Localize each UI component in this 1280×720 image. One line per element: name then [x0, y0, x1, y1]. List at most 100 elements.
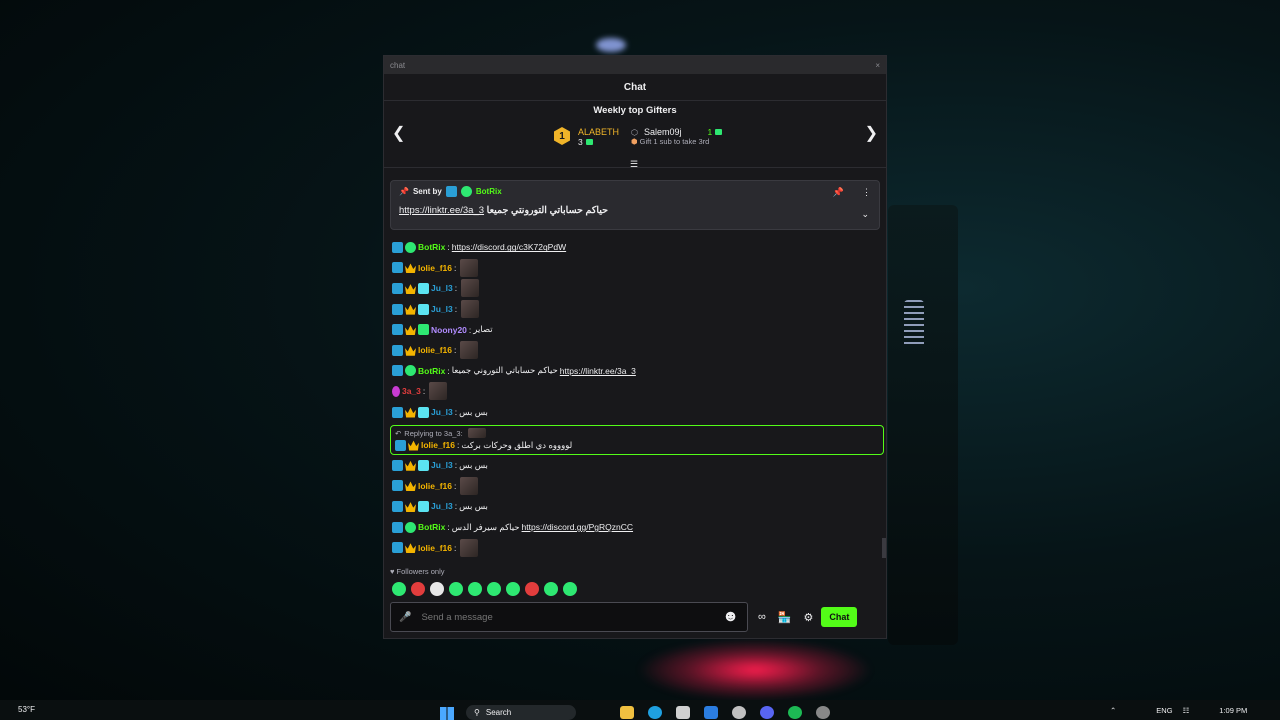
- lang-indicator[interactable]: ENG: [1156, 706, 1172, 715]
- chevron-up-icon[interactable]: ⌃: [1110, 706, 1116, 715]
- store-icon[interactable]: 🏪: [778, 611, 792, 624]
- chat-message: lolie_f16: لووووه دي اطلق وحركات بركت: [395, 438, 879, 452]
- file-explorer-icon[interactable]: [620, 706, 634, 719]
- emote-7[interactable]: [506, 582, 520, 596]
- emote-1[interactable]: [392, 582, 406, 596]
- gifter-name-2[interactable]: Salem09j: [644, 127, 682, 137]
- chat-message: lolie_f16:: [392, 258, 882, 279]
- chat-link[interactable]: https://discord.gg/PgRQznCC: [522, 522, 634, 532]
- gifters-title: Weekly top Gifters: [593, 105, 677, 116]
- chat-username[interactable]: Noony20: [431, 325, 467, 335]
- weather-widget[interactable]: 53°F: [18, 705, 35, 714]
- close-icon[interactable]: ×: [875, 61, 880, 70]
- chat-separator: :: [454, 542, 457, 553]
- emote-6[interactable]: [487, 582, 501, 596]
- emote-4[interactable]: [449, 582, 463, 596]
- chat-link[interactable]: https://linktr.ee/3a_3: [560, 366, 636, 376]
- store-app-icon[interactable]: [676, 706, 690, 719]
- moderator-icon: [392, 521, 403, 533]
- chat-username[interactable]: Ju_l3: [431, 460, 453, 470]
- window-titlebar[interactable]: chat ×: [384, 56, 886, 74]
- emote-10[interactable]: [563, 582, 577, 596]
- top-gifters-panel: Weekly top Gifters ❮ ❯ 1 ALABETH 3 ⬡ Sal…: [384, 101, 886, 170]
- wifi-icon[interactable]: ☷: [1183, 706, 1190, 715]
- chat-username[interactable]: Ju_l3: [431, 407, 453, 417]
- chat-username[interactable]: BotRix: [418, 366, 445, 376]
- spotify-icon[interactable]: [788, 706, 802, 719]
- windows-start-icon[interactable]: [440, 707, 454, 720]
- taskbar-search[interactable]: ⚲ Search: [466, 705, 576, 720]
- emote-image: [460, 341, 479, 360]
- emote-9[interactable]: [544, 582, 558, 596]
- time[interactable]: 1:09 PM: [1219, 706, 1247, 715]
- moderator-icon: [392, 365, 403, 377]
- chat-username[interactable]: Ju_l3: [431, 304, 453, 314]
- emote-image: [460, 476, 479, 495]
- chat-link[interactable]: https://discord.gg/c3K72qPdW: [452, 242, 566, 252]
- chat-separator: :: [447, 365, 450, 376]
- chat-username[interactable]: Ju_l3: [431, 283, 453, 293]
- send-chat-button[interactable]: Chat: [821, 607, 858, 627]
- gear-icon[interactable]: ⚙: [804, 611, 814, 624]
- chat-username[interactable]: lolie_f16: [418, 543, 452, 553]
- chat-username[interactable]: lolie_f16: [418, 345, 452, 355]
- sub-badge-icon: [418, 282, 429, 294]
- crown-icon: [405, 407, 416, 418]
- chat-input[interactable]: [419, 610, 715, 624]
- points-icon[interactable]: ∞: [758, 611, 766, 623]
- highlighted-reply[interactable]: ↶ Replying to 3a_3: lolie_f16: لووووه دي…: [390, 425, 884, 455]
- chat-tools: ∞ 🏪 ⚙: [758, 611, 813, 624]
- moderator-icon: [392, 262, 403, 274]
- app-icon[interactable]: [816, 706, 830, 719]
- moderator-icon: [392, 459, 403, 471]
- chat-message: Ju_l3: بس بس: [392, 402, 882, 423]
- chat-username[interactable]: Ju_l3: [431, 501, 453, 511]
- pinned-text: حياكم حساباتي التورونتي جميعا: [486, 205, 609, 216]
- window-title: chat: [390, 60, 406, 70]
- mail-icon[interactable]: [704, 706, 718, 719]
- followers-only-indicator: ♥ Followers only: [390, 567, 445, 576]
- discord-icon[interactable]: [760, 706, 774, 719]
- chevron-down-icon[interactable]: ⌄: [861, 209, 869, 220]
- crown-icon: [405, 304, 416, 315]
- pinned-actions: 📌 ⋮: [833, 187, 871, 198]
- chat-window: chat × Chat Weekly top Gifters ❮ ❯ 1 ALA…: [383, 55, 887, 639]
- scrollbar[interactable]: [882, 538, 886, 558]
- emoji-icon[interactable]: ☻: [722, 608, 739, 626]
- sub-badge-icon: [418, 500, 429, 512]
- chat-separator: :: [454, 262, 457, 273]
- steam-icon[interactable]: [732, 706, 746, 719]
- emote-3[interactable]: [430, 582, 444, 596]
- chat-separator: :: [447, 242, 450, 253]
- gift-icon: [715, 129, 723, 135]
- emote-5[interactable]: [468, 582, 482, 596]
- emote-image: [461, 300, 480, 319]
- system-tray: ⌃ ENG ☷ 1:09 PM: [1110, 706, 1247, 715]
- pinned-link[interactable]: https://linktr.ee/3a_3: [399, 205, 484, 216]
- pinned-user[interactable]: BotRix: [476, 187, 502, 196]
- chat-username[interactable]: lolie_f16: [418, 263, 452, 273]
- collapse-icon[interactable]: ☰: [630, 159, 638, 170]
- chat-message: Ju_l3:: [392, 299, 882, 320]
- emote-2[interactable]: [411, 582, 425, 596]
- chevron-left-icon[interactable]: ❮: [392, 123, 405, 143]
- gifter-name-1[interactable]: ALABETH: [578, 127, 619, 137]
- gift-icon: [585, 139, 593, 145]
- chat-username[interactable]: lolie_f16: [421, 440, 455, 450]
- chat-message: BotRix: https://discord.gg/c3K72qPdW: [392, 237, 882, 258]
- emote-8[interactable]: [525, 582, 539, 596]
- unpin-icon[interactable]: 📌: [833, 187, 844, 198]
- moderator-icon: [392, 324, 403, 336]
- crown-icon: [408, 440, 419, 451]
- chat-separator: :: [454, 501, 458, 512]
- chat-username[interactable]: BotRix: [418, 522, 445, 532]
- message-list: BotRix: https://discord.gg/c3K72qPdW loli…: [392, 237, 882, 422]
- chevron-right-icon[interactable]: ❯: [865, 123, 878, 143]
- microphone-icon[interactable]: 🎤: [399, 612, 411, 623]
- edge-icon[interactable]: [648, 706, 662, 719]
- chat-username[interactable]: 3a_3: [402, 386, 421, 396]
- more-options-icon[interactable]: ⋮: [862, 187, 871, 198]
- chat-username[interactable]: lolie_f16: [418, 481, 452, 491]
- chat-text: بس بس: [459, 500, 488, 511]
- chat-username[interactable]: BotRix: [418, 242, 445, 252]
